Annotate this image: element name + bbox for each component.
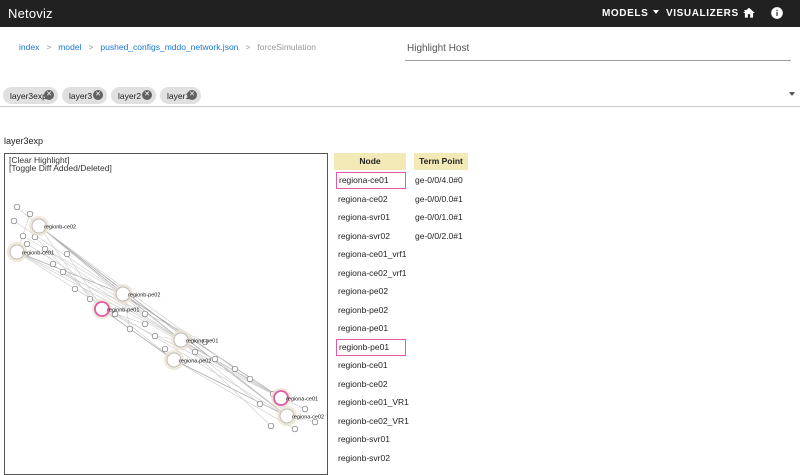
info-icon[interactable] bbox=[770, 6, 784, 20]
node-label[interactable]: regionb-ce02 bbox=[44, 225, 76, 231]
term-point-marker[interactable] bbox=[191, 348, 199, 356]
term-point-row[interactable]: ge-0/0/4.0#0 bbox=[415, 172, 475, 189]
node-row[interactable]: regionb-pe02 bbox=[336, 302, 406, 319]
term-point-marker[interactable] bbox=[71, 285, 79, 293]
layer-heading: layer3exp bbox=[4, 136, 44, 146]
chip-close-icon[interactable]: ✕ bbox=[187, 90, 197, 100]
term-point-marker[interactable] bbox=[59, 268, 67, 276]
term-point-marker[interactable] bbox=[10, 217, 18, 225]
term-point-marker[interactable] bbox=[301, 405, 309, 413]
term-point-marker[interactable] bbox=[141, 310, 149, 318]
graph-tp-link-line bbox=[214, 358, 288, 417]
term-point-row[interactable]: ge-0/0/2.0#1 bbox=[415, 228, 475, 245]
node-row[interactable]: regionb-pe01 bbox=[336, 338, 406, 356]
layer-chip[interactable]: layer2 ✕ bbox=[111, 87, 156, 104]
term-point-marker[interactable] bbox=[126, 325, 134, 333]
node-table-header[interactable]: Node bbox=[334, 153, 406, 170]
node-row[interactable]: regionb-ce01 bbox=[336, 357, 406, 374]
graph-tp-link-line bbox=[16, 251, 206, 343]
app-title[interactable]: Netoviz bbox=[8, 6, 53, 21]
chip-close-icon[interactable]: ✕ bbox=[142, 90, 152, 100]
node-label[interactable]: regiona-ce02 bbox=[292, 415, 324, 421]
term-point-marker[interactable] bbox=[231, 365, 239, 373]
term-point-marker[interactable] bbox=[211, 355, 219, 363]
topology-graph[interactable]: regionb-ce02 regionb-ce01 regionb-pe02 regi… bbox=[5, 154, 327, 474]
term-point-marker[interactable] bbox=[246, 375, 254, 383]
term-point-marker[interactable] bbox=[49, 260, 57, 268]
graph-link-line bbox=[38, 225, 288, 417]
breadcrumb-separator: > bbox=[46, 42, 52, 52]
graph-tp-link-line bbox=[38, 225, 91, 300]
node-label[interactable]: regiona-pe01 bbox=[186, 339, 218, 345]
models-menu-label: MODELS bbox=[602, 8, 649, 19]
highlight-host-input[interactable] bbox=[405, 38, 787, 54]
term-point-row[interactable]: ge-0/0/0.0#1 bbox=[415, 191, 475, 208]
node-label[interactable]: regionb-pe01 bbox=[107, 308, 139, 314]
term-point-row[interactable]: ge-0/0/1.0#1 bbox=[415, 209, 475, 226]
term-point-marker[interactable] bbox=[256, 400, 264, 408]
node-row[interactable]: regiona-ce02 bbox=[336, 191, 406, 208]
layer-chip-label: layer3exp bbox=[10, 91, 47, 101]
term-point-table-header[interactable]: Term Point bbox=[414, 153, 468, 170]
term-point-marker[interactable] bbox=[291, 425, 299, 433]
node-row[interactable]: regionb-svr02 bbox=[336, 450, 406, 467]
chip-close-icon[interactable]: ✕ bbox=[44, 90, 54, 100]
node-label[interactable]: regionb-pe02 bbox=[128, 293, 160, 299]
visualizers-menu[interactable]: VISUALIZERS bbox=[666, 8, 750, 19]
breadcrumb-file[interactable]: pushed_configs_mddo_network.json bbox=[100, 42, 238, 52]
node-label[interactable]: regionb-ce01 bbox=[22, 251, 54, 257]
node-row[interactable]: regionb-ce01_VR1 bbox=[336, 394, 409, 411]
node-row[interactable]: regiona-ce01 bbox=[336, 172, 406, 189]
graph-tp-link-line bbox=[101, 308, 274, 395]
toggle-diff-button[interactable]: [Toggle Diff Added/Deleted] bbox=[9, 163, 112, 173]
term-point-marker[interactable] bbox=[151, 332, 159, 340]
node-row[interactable]: regionb-ce02_VR1 bbox=[336, 413, 409, 430]
breadcrumb-model[interactable]: model bbox=[58, 42, 81, 52]
term-point-marker[interactable] bbox=[141, 320, 149, 328]
breadcrumb: index > model > pushed_configs_mddo_network.… bbox=[19, 42, 316, 52]
breadcrumb-separator: > bbox=[88, 42, 94, 52]
term-point-marker[interactable] bbox=[161, 345, 169, 353]
node-row[interactable]: regiona-svr02 bbox=[336, 228, 406, 245]
layer-chip[interactable]: layer3exp ✕ bbox=[3, 87, 58, 104]
term-point-marker[interactable] bbox=[23, 240, 31, 248]
caret-down-icon bbox=[653, 10, 660, 14]
term-point-marker[interactable] bbox=[13, 203, 21, 211]
term-point-marker[interactable] bbox=[19, 232, 27, 240]
node-row[interactable]: regiona-svr01 bbox=[336, 209, 406, 226]
layer-chip[interactable]: layer1 ✕ bbox=[160, 87, 201, 104]
breadcrumb-current: forceSimulation bbox=[257, 42, 316, 52]
graph-link-line bbox=[122, 293, 282, 399]
graph-panel[interactable]: regionb-ce02 regionb-ce01 regionb-pe02 regi… bbox=[4, 153, 328, 475]
node-row[interactable]: regiona-pe02 bbox=[336, 283, 406, 300]
home-icon[interactable] bbox=[742, 6, 756, 20]
visualizers-menu-label: VISUALIZERS bbox=[666, 8, 739, 19]
layer-chip-label: layer3 bbox=[69, 91, 93, 101]
layer-select[interactable]: layer3exp ✕ layer3 ✕ layer2 ✕ layer1 ✕ bbox=[0, 80, 800, 107]
layer-dropdown-caret-icon[interactable] bbox=[789, 92, 795, 96]
highlight-host-field bbox=[405, 38, 791, 61]
term-point-marker[interactable] bbox=[63, 250, 71, 258]
chip-close-icon[interactable]: ✕ bbox=[93, 90, 103, 100]
models-menu[interactable]: MODELS bbox=[602, 8, 660, 19]
term-point-marker[interactable] bbox=[267, 422, 275, 430]
layer-chip-label: layer2 bbox=[118, 91, 142, 101]
layer-chip[interactable]: layer3 ✕ bbox=[62, 87, 107, 104]
node-row[interactable]: regiona-ce02_vrf1 bbox=[336, 265, 407, 282]
app-bar: Netoviz MODELS VISUALIZERS bbox=[0, 0, 800, 27]
breadcrumb-index[interactable]: index bbox=[19, 42, 39, 52]
graph-tp-link-line bbox=[122, 293, 261, 405]
term-point-marker[interactable] bbox=[86, 295, 94, 303]
node-label[interactable]: regiona-pe02 bbox=[179, 359, 211, 365]
term-point-marker[interactable] bbox=[26, 210, 34, 218]
node-label[interactable]: regiona-ce01 bbox=[286, 397, 318, 403]
node-row[interactable]: regiona-ce01_vrf1 bbox=[336, 246, 407, 263]
graph-link-line bbox=[38, 225, 182, 341]
node-row[interactable]: regionb-ce02 bbox=[336, 376, 406, 393]
node-row[interactable]: regionb-svr01 bbox=[336, 431, 406, 448]
breadcrumb-separator: > bbox=[245, 42, 251, 52]
node-row[interactable]: regiona-pe01 bbox=[336, 320, 406, 337]
graph-tp-link-line bbox=[44, 248, 182, 341]
